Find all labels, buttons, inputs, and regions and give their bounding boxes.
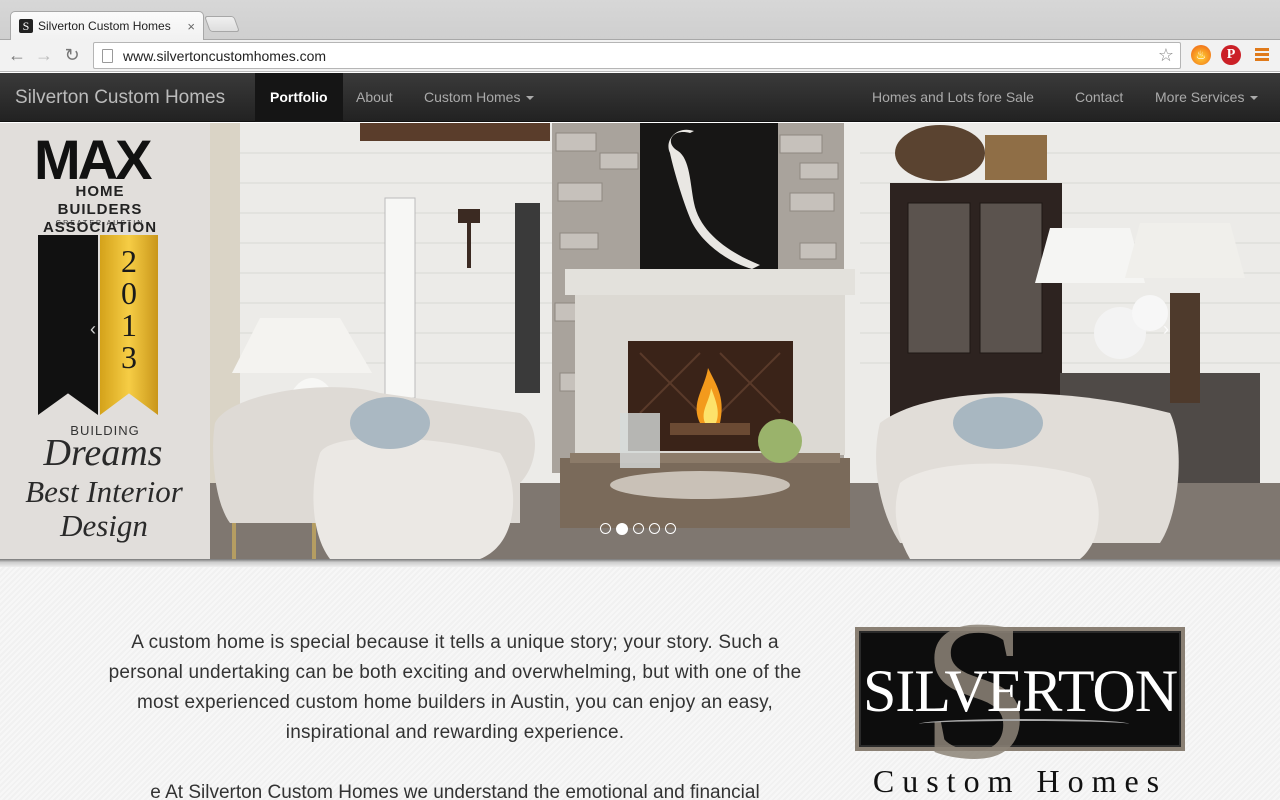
logo-subtitle: Custom Homes: [872, 763, 1168, 799]
browser-toolbar: ← → ↻ www.silvertoncustomhomes.com ☆ ♨ P: [0, 40, 1280, 72]
url-text[interactable]: www.silvertoncustomhomes.com: [123, 48, 1158, 64]
hero-divider: [0, 559, 1280, 567]
logo-wordmark: SILVERTON: [862, 658, 1178, 724]
nav-custom-homes[interactable]: Custom Homes: [409, 73, 549, 122]
reload-icon[interactable]: ↻: [61, 44, 83, 66]
nav-homes-lots-sale[interactable]: Homes and Lots fore Sale: [857, 73, 1049, 122]
carousel-next-icon[interactable]: ›: [1163, 319, 1169, 340]
nav-contact[interactable]: Contact: [1060, 73, 1138, 122]
intro-paragraph-2: e At Silverton Custom Homes we understan…: [150, 782, 760, 800]
nav-homes-lots-label: Homes and Lots fore Sale: [872, 89, 1034, 105]
fire-extension-icon[interactable]: ♨: [1191, 45, 1211, 65]
nav-portfolio[interactable]: Portfolio: [255, 73, 343, 122]
award-org-line1: HOME BUILDERS: [57, 183, 143, 218]
year-digit: 0: [121, 275, 137, 311]
award-badge-panel: MAX HOME BUILDERS ASSOCIATION GREATER AU…: [0, 123, 210, 559]
carousel-dot-active[interactable]: [616, 523, 628, 535]
silverton-logo: S SILVERTON: [855, 591, 1185, 791]
nav-portfolio-label: Portfolio: [270, 89, 328, 105]
address-bar[interactable]: www.silvertoncustomhomes.com ☆: [93, 42, 1181, 69]
nav-contact-label: Contact: [1075, 89, 1124, 105]
carousel-dot[interactable]: [649, 523, 660, 534]
award-dreams-text: Dreams: [43, 432, 163, 474]
award-name-line1: Best Interior: [25, 474, 183, 509]
tab-close-icon[interactable]: ×: [187, 19, 195, 34]
carousel-dot[interactable]: [633, 523, 644, 534]
carousel-dot[interactable]: [665, 523, 676, 534]
year-digit: 2: [121, 243, 137, 279]
chevron-down-icon: [526, 96, 535, 101]
award-org-region: GREATER AUSTIN: [55, 220, 145, 227]
year-digit: 3: [121, 339, 137, 375]
award-name-line2: Design: [60, 508, 148, 543]
nav-more-services[interactable]: More Services: [1140, 73, 1273, 122]
nav-custom-homes-label: Custom Homes: [424, 89, 521, 105]
bookmark-star-icon[interactable]: ☆: [1158, 45, 1174, 66]
chevron-down-icon: [1250, 96, 1259, 101]
site-favicon-icon: S: [19, 19, 33, 33]
forward-icon[interactable]: →: [33, 44, 55, 66]
menu-icon[interactable]: [1255, 48, 1269, 63]
intro-section: A custom home is special because it tell…: [0, 567, 1280, 800]
carousel-dot[interactable]: [600, 523, 611, 534]
tab-title: Silverton Custom Homes: [38, 19, 171, 33]
carousel-prev-icon[interactable]: ‹: [90, 319, 96, 340]
logo-swoosh: [919, 719, 1129, 729]
page-icon: [102, 48, 113, 63]
browser-tab[interactable]: S Silverton Custom Homes ×: [10, 11, 204, 40]
year-digit: 1: [121, 307, 137, 343]
pinterest-extension-icon[interactable]: P: [1221, 45, 1241, 65]
browser-tab-strip: S Silverton Custom Homes ×: [0, 0, 1280, 40]
award-year: 2 0 1 3: [100, 245, 158, 373]
hero-carousel[interactable]: MAX HOME BUILDERS ASSOCIATION GREATER AU…: [0, 123, 1280, 559]
nav-more-services-label: More Services: [1155, 89, 1245, 105]
back-icon[interactable]: ←: [6, 44, 28, 66]
intro-paragraph: A custom home is special because it tell…: [108, 632, 802, 743]
nav-about-label: About: [356, 89, 393, 105]
carousel-indicators: [600, 523, 676, 535]
award-org: HOME BUILDERS ASSOCIATION: [36, 183, 164, 237]
award-name: Best Interior Design: [4, 475, 204, 543]
nav-about[interactable]: About: [341, 73, 408, 122]
site-navbar: Silverton Custom Homes Portfolio About C…: [0, 73, 1280, 122]
ribbon-black: [38, 235, 98, 415]
brand-link[interactable]: Silverton Custom Homes: [15, 73, 225, 122]
new-tab-button[interactable]: [204, 16, 240, 32]
